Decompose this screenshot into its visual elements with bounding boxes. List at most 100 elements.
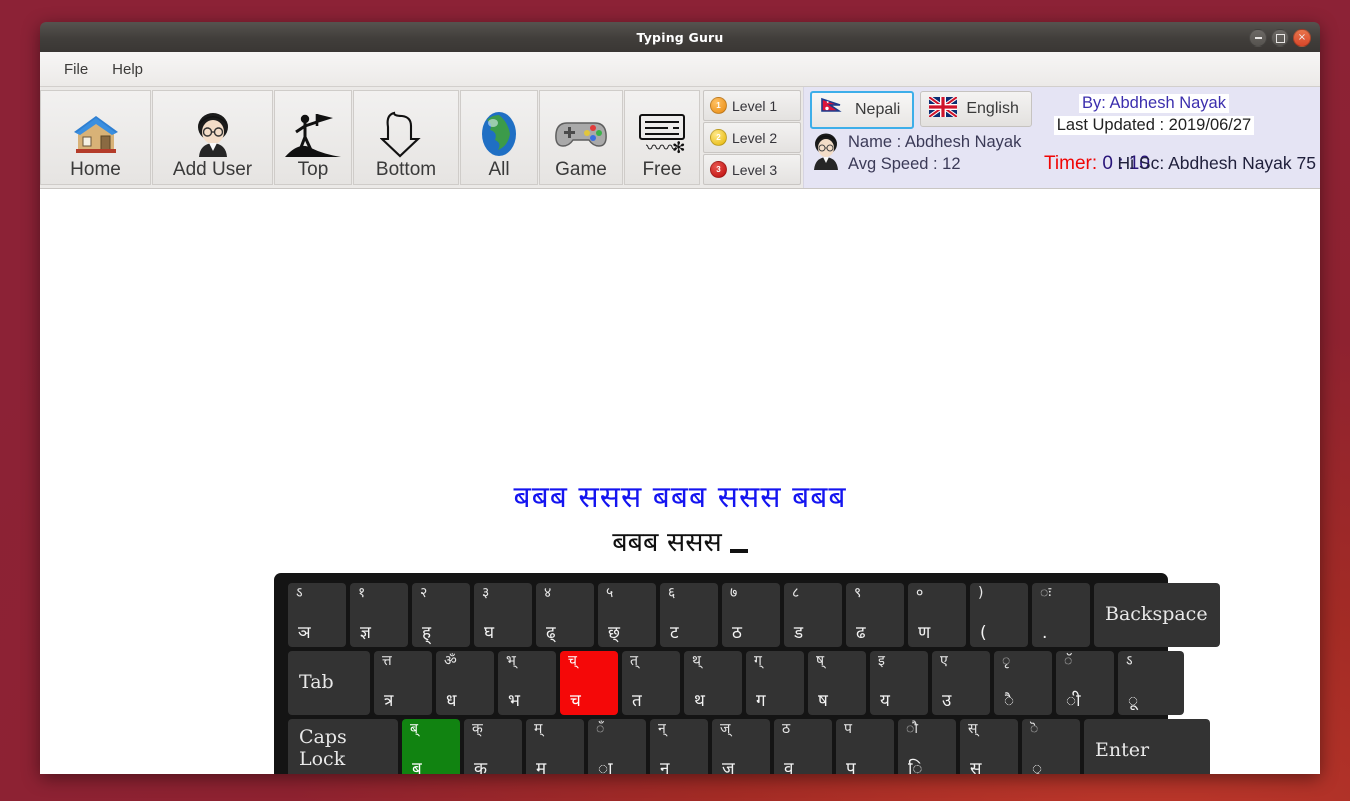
key-number-row-2-२ह्[interactable]: २ह् — [412, 583, 470, 647]
key-base-legend: य — [880, 692, 890, 711]
key-home-row-6-ज्ज[interactable]: ज्ज — [712, 719, 770, 774]
toolbar-label-top: Top — [298, 160, 329, 180]
key-home-row-2-क्क[interactable]: क्क — [464, 719, 522, 774]
key-base-legend: ( — [980, 624, 987, 643]
key-home-row-7-ठव[interactable]: ठव — [774, 719, 832, 774]
author-credit: By: Abdhesh Nayak — [1079, 94, 1229, 113]
globe-icon — [478, 108, 520, 160]
key-base-legend: ु — [1032, 760, 1042, 774]
user-text-lines: Name : Abdhesh Nayak Avg Speed : 12 — [848, 131, 1021, 176]
key-tab-row-1-त्तत्र[interactable]: त्तत्र — [374, 651, 432, 715]
language-button-nepali[interactable]: Nepali — [810, 91, 914, 129]
close-button[interactable]: × — [1293, 29, 1311, 47]
key-tab-row-3-भ्भ[interactable]: भ्भ — [498, 651, 556, 715]
key-number-row-1-१ज्ञ[interactable]: १ज्ञ — [350, 583, 408, 647]
key-home-row-1-ब्ब[interactable]: ब्ब — [402, 719, 460, 774]
key-number-row-9-९ढ[interactable]: ९ढ — [846, 583, 904, 647]
toolbar-button-all[interactable]: All — [460, 90, 538, 185]
key-tab-row-4-च्च[interactable]: च्च — [560, 651, 618, 715]
key-base-legend: ञ — [298, 624, 311, 643]
toolbar-label-home: Home — [70, 160, 121, 180]
key-shift-legend: ४ — [544, 586, 551, 601]
key-tab-row-2-ॐध[interactable]: ॐध — [436, 651, 494, 715]
toolbar-button-add-user[interactable]: Add User — [152, 90, 273, 185]
key-tab-row-12-ॅी[interactable]: ॅी — [1056, 651, 1114, 715]
timer-label: Timer: — [1044, 153, 1097, 174]
window-title: Typing Guru — [636, 30, 723, 45]
uk-flag-icon — [929, 97, 957, 122]
key-tab-row-8-ष्ष[interactable]: ष्ष — [808, 651, 866, 715]
key-number-row-7-७ठ[interactable]: ७ठ — [722, 583, 780, 647]
key-base-legend: च — [570, 692, 581, 711]
key-home-row-9-ौि[interactable]: ौि — [898, 719, 956, 774]
key-base-legend: क — [474, 760, 487, 774]
key-shift-legend: ८ — [792, 586, 799, 601]
toolbar-button-bottom[interactable]: Bottom — [353, 90, 459, 185]
typed-text-row: बबब ससस — [40, 522, 1320, 559]
key-shift-legend: प — [844, 722, 852, 737]
key-number-row-11-)([interactable]: )( — [970, 583, 1028, 647]
key-label: Caps Lock — [299, 727, 347, 771]
level-button-1[interactable]: 1 Level 1 — [703, 90, 801, 121]
key-home-row-10-स्स[interactable]: स्स — [960, 719, 1018, 774]
key-shift-legend: भ् — [506, 654, 516, 669]
key-number-row-0-ऽञ[interactable]: ऽञ — [288, 583, 346, 647]
key-tab-row-5-त्त[interactable]: त् त — [622, 651, 680, 715]
credits-block: By: Abdhesh Nayak Last Updated : 2019/06… — [991, 93, 1317, 135]
key-shift-legend: त् — [630, 654, 638, 669]
level-label-3: Level 3 — [732, 162, 777, 178]
toolbar-button-free[interactable]: 〰〰 ✻ Free — [624, 90, 700, 185]
maximize-button[interactable] — [1271, 29, 1289, 47]
key-number-row-12-ः.[interactable]: ः. — [1032, 583, 1090, 647]
key-shift-legend: न् — [658, 722, 666, 737]
key-tab-row-13-ऽू[interactable]: ऽू — [1118, 651, 1184, 715]
key-base-legend: न — [660, 760, 669, 774]
key-number-row-4-४ढ्[interactable]: ४ढ् — [536, 583, 594, 647]
key-base-legend: ष — [818, 692, 828, 711]
level-button-2[interactable]: 2 Level 2 — [703, 122, 801, 153]
menu-file[interactable]: File — [52, 57, 100, 82]
key-number-row-13-backspace[interactable]: Backspace — [1094, 583, 1220, 647]
key-shift-legend: ६ — [668, 586, 675, 601]
toolbar-button-top[interactable]: Top — [274, 90, 352, 185]
level-button-3[interactable]: 3 Level 3 — [703, 154, 801, 185]
key-number-row-6-६ट[interactable]: ६ट — [660, 583, 718, 647]
key-shift-legend: ॅ — [1064, 654, 1072, 669]
key-number-row-8-८ड[interactable]: ८ड — [784, 583, 842, 647]
key-base-legend: त — [632, 692, 642, 711]
key-base-legend: उ — [942, 692, 951, 711]
key-home-row-5-न्न[interactable]: न् न — [650, 719, 708, 774]
key-home-row-3-म्म[interactable]: म्म — [526, 719, 584, 774]
key-home-row-0-caps-lock[interactable]: Caps Lock — [288, 719, 398, 774]
key-tab-row-11-ृै[interactable]: ृै — [994, 651, 1052, 715]
key-tab-row-9-इय[interactable]: इय — [870, 651, 928, 715]
key-shift-legend: ५ — [606, 586, 613, 601]
key-number-row-10-०ण[interactable]: ०ण — [908, 583, 966, 647]
toolbar-button-game[interactable]: Game — [539, 90, 623, 185]
key-tab-row-10-एउ[interactable]: एउ — [932, 651, 990, 715]
toolbar: Home Add User — [40, 87, 1320, 189]
key-home-row-12-enter[interactable]: Enter — [1084, 719, 1210, 774]
menu-help[interactable]: Help — [100, 57, 155, 82]
key-shift-legend: ३ — [482, 586, 489, 601]
key-base-legend: ै — [1004, 692, 1014, 711]
target-text: बबब ससस बबब ससस बबब — [40, 475, 1320, 516]
key-tab-row-6-थ्थ[interactable]: थ्थ — [684, 651, 742, 715]
key-label: Tab — [299, 672, 334, 694]
key-number-row-5-५छ्[interactable]: ५छ् — [598, 583, 656, 647]
key-number-row-3-३घ[interactable]: ३घ — [474, 583, 532, 647]
svg-text:✻: ✻ — [672, 138, 685, 157]
key-tab-row-7-ग्ग[interactable]: ग्ग — [746, 651, 804, 715]
key-base-legend: ज्ञ — [360, 624, 371, 643]
key-tab-row-0-tab[interactable]: Tab — [288, 651, 370, 715]
level-selector: 1 Level 1 2 Level 2 3 Level 3 — [701, 87, 803, 188]
key-home-row-11-ॆु[interactable]: ॆु — [1022, 719, 1080, 774]
minimize-button[interactable] — [1249, 29, 1267, 47]
key-shift-legend: म् — [534, 722, 542, 737]
key-home-row-8-पप[interactable]: पप — [836, 719, 894, 774]
high-score: Hi Sc: Abdhesh Nayak 75 — [1118, 153, 1316, 174]
key-home-row-4-ँा[interactable]: ँा — [588, 719, 646, 774]
key-base-legend: ढ — [856, 624, 866, 643]
toolbar-button-home[interactable]: Home — [40, 90, 151, 185]
house-icon — [72, 108, 120, 160]
